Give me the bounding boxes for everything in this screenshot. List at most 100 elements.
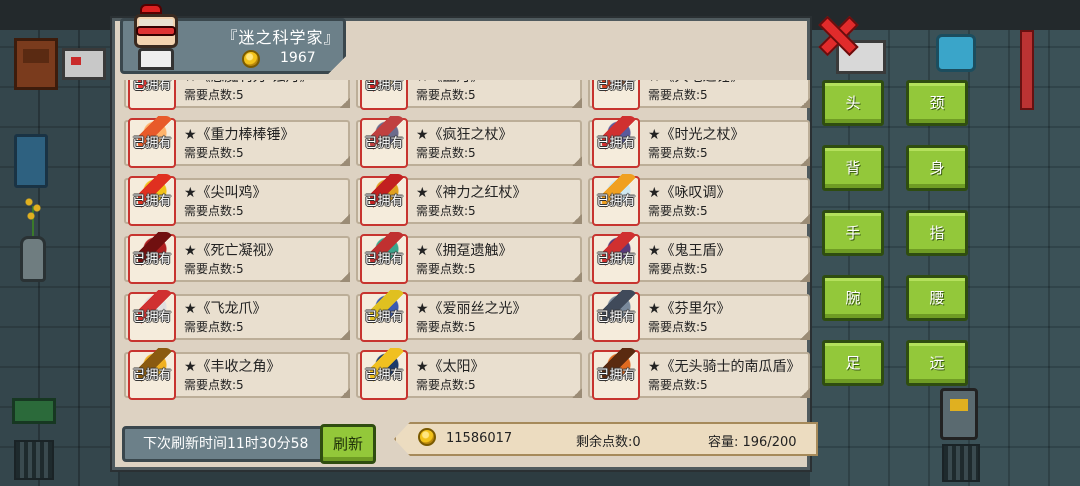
item-card[interactable]: 已拥有 ★《丰收之角》 需要点数:5 (124, 348, 350, 400)
item-card[interactable]: 已拥有 ★《死亡凝视》 需要点数:5 (124, 232, 350, 284)
item-card[interactable]: 已拥有 ★《太阳》需要点数:5 (356, 348, 582, 400)
circuit-board-prop (12, 398, 56, 424)
gold-coin-icon (418, 428, 436, 446)
slot-button[interactable]: 腕 (822, 275, 884, 321)
lab-flask-prop (936, 34, 976, 72)
item-card[interactable]: 已拥有 ★《飞龙爪》 需要点数:5 (124, 290, 350, 342)
slot-button[interactable]: 头 (822, 80, 884, 126)
item-cost: 需要点数:5 (648, 88, 708, 102)
item-cost: 需要点数:5 (184, 320, 244, 334)
item-cost: 需要点数:5 (416, 378, 476, 392)
slot-button[interactable]: 颈 (906, 80, 968, 126)
item-card[interactable]: 已拥有 ★《时光之杖》 需要点数:5 (588, 116, 810, 168)
owned-badge: 已拥有 (132, 368, 172, 383)
item-name: ★《疯狂之杖》 (416, 127, 513, 143)
item-name: ★《拥趸遗触》 (416, 243, 513, 259)
owned-badge: 已拥有 (364, 252, 404, 267)
slot-button[interactable]: 远 (906, 340, 968, 386)
item-cost: 需要点数:5 (184, 204, 244, 218)
capacity: 容量: 196/200 (708, 435, 797, 450)
item-cost: 需要点数:5 (184, 146, 244, 160)
tank-prop (940, 388, 978, 440)
item-name: ★《神力之红杖》 (416, 185, 527, 201)
vase-prop (20, 236, 46, 282)
owned-badge: 已拥有 (596, 310, 636, 325)
item-row: 已拥有 ★《重力棒棒锤》 需要点数:5 已拥有 ★《疯狂之杖》 需要点数:5 已拥有 ★《时光… (120, 114, 810, 172)
refresh-button[interactable]: 刷新 (320, 424, 376, 464)
item-icon: 已拥有 (592, 116, 640, 168)
item-cost: 需要点数:5 (416, 320, 476, 334)
item-card[interactable]: 已拥有 ★《咏叹调》 需要点数:5 (588, 174, 810, 226)
item-row: 已拥有 ★《飞龙爪》 需要点数:5 已拥有 ★《爱丽丝之光》 需要点数:5 已拥有 ★《芬里尔… (120, 288, 810, 346)
item-name: ★《咏叹调》 (648, 185, 731, 201)
item-grid[interactable]: 已拥有★《恶魔利刃-蚀月》需要点数:5已拥有★《血月》需要点数:5已拥有★《大地… (120, 80, 810, 420)
item-card[interactable]: 已拥有★《血月》需要点数:5 (356, 80, 582, 110)
item-icon: 已拥有 (128, 174, 176, 226)
slot-button[interactable]: 腰 (906, 275, 968, 321)
item-card[interactable]: 已拥有 ★《鬼王盾》 需要点数:5 (588, 232, 810, 284)
item-name: ★《死亡凝视》 (184, 243, 281, 259)
flowers-prop (24, 196, 42, 236)
cabinet-prop (14, 38, 58, 90)
item-card[interactable]: 已拥有 ★《重力棒棒锤》 需要点数:5 (124, 116, 350, 168)
item-grid-inner: 已拥有★《恶魔利刃-蚀月》需要点数:5已拥有★《血月》需要点数:5已拥有★《大地… (120, 80, 810, 404)
item-cost: 需要点数:5 (648, 320, 708, 334)
owned-badge: 已拥有 (364, 194, 404, 209)
item-icon: 已拥有 (128, 290, 176, 342)
owned-badge: 已拥有 (364, 80, 404, 93)
slot-button[interactable]: 身 (906, 145, 968, 191)
floor-vent-prop (942, 444, 980, 482)
item-card[interactable]: 已拥有★《大地之锤》需要点数:5 (588, 80, 810, 110)
item-icon: 已拥有 (360, 80, 408, 110)
item-name: ★《爱丽丝之光》 (416, 301, 527, 317)
owned-badge: 已拥有 (596, 368, 636, 383)
item-card[interactable]: 已拥有 ★《疯狂之杖》 需要点数:5 (356, 116, 582, 168)
item-icon: 已拥有 (128, 348, 176, 400)
slot-button[interactable]: 指 (906, 210, 968, 256)
slot-button[interactable]: 背 (822, 145, 884, 191)
total-coins: 11586017 (446, 431, 513, 446)
item-card[interactable]: 已拥有 ★《尖叫鸡》 需要点数:5 (124, 174, 350, 226)
owned-badge: 已拥有 (132, 252, 172, 267)
item-cost: 需要点数:5 (648, 204, 708, 218)
item-cost: 需要点数:5 (184, 378, 244, 392)
item-row: 已拥有 ★《死亡凝视》 需要点数:5 已拥有 ★《拥趸遗触》 需要点数:5 已拥有 ★《鬼王盾… (120, 230, 810, 288)
item-row: 已拥有★《恶魔利刃-蚀月》需要点数:5已拥有★《血月》需要点数:5已拥有★《大地… (120, 80, 810, 114)
item-name: ★《尖叫鸡》 (184, 185, 267, 201)
item-icon: 已拥有 (592, 290, 640, 342)
owned-badge: 已拥有 (132, 194, 172, 209)
item-row: 已拥有 ★《丰收之角》 需要点数:5 已拥有 ★《太阳》 需要点数:5 已拥有 ★《无头骑士的… (120, 346, 810, 404)
item-card[interactable]: 已拥有 ★《芬里尔》 需要点数:5 (588, 290, 810, 342)
item-icon: 已拥有 (360, 116, 408, 168)
item-icon: 已拥有 (128, 232, 176, 284)
slot-button[interactable]: 手 (822, 210, 884, 256)
item-icon: 已拥有 (360, 348, 408, 400)
item-icon: 已拥有 (360, 174, 408, 226)
item-name: ★《重力棒棒锤》 (184, 127, 295, 143)
item-name: ★《时光之杖》 (648, 127, 745, 143)
item-icon: 已拥有 (592, 174, 640, 226)
owned-badge: 已拥有 (596, 80, 636, 93)
item-card[interactable]: 已拥有 ★《无头骑士的南瓜盾》 需要点数:5 (588, 348, 810, 400)
item-icon: 已拥有 (592, 80, 640, 110)
item-card[interactable]: 已拥有 ★《爱丽丝之光》 需要点数:5 (356, 290, 582, 342)
item-name: ★《太阳》 (416, 359, 485, 375)
close-icon[interactable] (818, 16, 854, 52)
avatar-helmet (140, 4, 162, 14)
floor-vent-prop (14, 440, 54, 480)
owned-badge: 已拥有 (364, 368, 404, 383)
item-card[interactable]: 已拥有 ★《神力之红杖》 需要点数:5 (356, 174, 582, 226)
item-cost: 需要点数:5 (416, 204, 476, 218)
item-card[interactable]: 已拥有★《恶魔利刃-蚀月》需要点数:5 (124, 80, 350, 110)
slot-button[interactable]: 足 (822, 340, 884, 386)
profile-corner (328, 56, 346, 74)
item-cost: 需要点数:5 (184, 88, 244, 102)
owned-badge: 已拥有 (596, 136, 636, 151)
item-icon: 已拥有 (360, 232, 408, 284)
profile-name: 『迷之科学家』 (221, 28, 341, 47)
item-row: 已拥有 ★《尖叫鸡》 需要点数:5 已拥有 ★《神力之红杖》 需要点数:5 已拥有 ★《咏叹调… (120, 172, 810, 230)
owned-badge: 已拥有 (132, 310, 172, 325)
item-cost: 需要点数:5 (416, 88, 476, 102)
owned-badge: 已拥有 (596, 194, 636, 209)
item-card[interactable]: 已拥有 ★《拥趸遗触》 需要点数:5 (356, 232, 582, 284)
